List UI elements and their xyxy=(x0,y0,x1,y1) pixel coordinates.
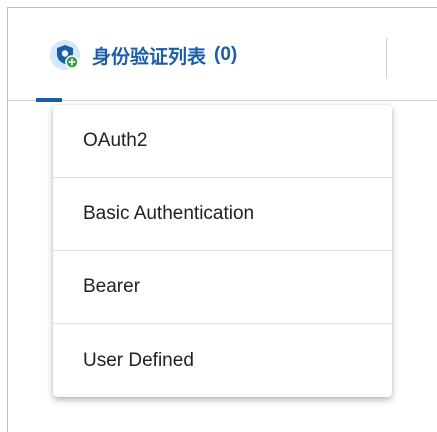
menu-item-user-defined[interactable]: User Defined xyxy=(53,324,392,397)
tab-count-badge: (0) xyxy=(214,44,238,65)
tab-divider xyxy=(386,38,387,78)
shield-add-icon xyxy=(49,39,81,71)
tab-label: 身份验证列表 xyxy=(92,46,207,68)
menu-item-oauth2[interactable]: OAuth2 xyxy=(53,105,392,178)
tab-auth-list[interactable]: 身份验证列表 (0) xyxy=(49,32,237,78)
auth-type-dropdown-menu: OAuth2 Basic Authentication Bearer User … xyxy=(53,105,392,397)
menu-item-bearer[interactable]: Bearer xyxy=(53,251,392,324)
active-tab-indicator xyxy=(36,98,62,102)
menu-item-basic-authentication[interactable]: Basic Authentication xyxy=(53,178,392,251)
panel-frame: 身份验证列表 (0) OAuth2 Basic Authentication B… xyxy=(7,7,437,432)
tab-bar: 身份验证列表 (0) xyxy=(8,8,437,102)
